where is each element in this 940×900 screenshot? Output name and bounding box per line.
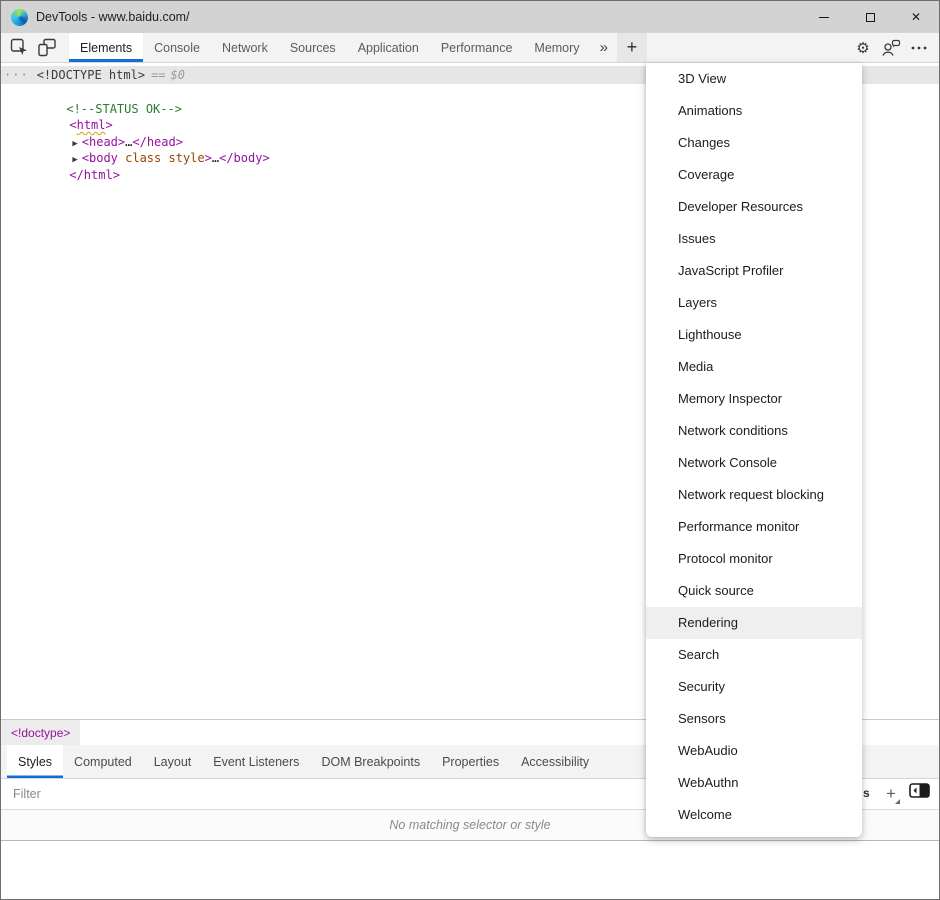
menu-item-network-conditions[interactable]: Network conditions bbox=[646, 415, 862, 447]
menu-item-webauthn[interactable]: WebAuthn bbox=[646, 767, 862, 799]
tab-accessibility[interactable]: Accessibility bbox=[510, 745, 600, 778]
settings-button[interactable]: ⚙ bbox=[849, 33, 877, 63]
dollar-zero-ref: $0 bbox=[171, 66, 185, 84]
html-lt: < bbox=[69, 118, 76, 132]
minimize-button[interactable] bbox=[801, 1, 847, 33]
menu-item-lighthouse[interactable]: Lighthouse bbox=[646, 319, 862, 351]
menu-item-developer-resources[interactable]: Developer Resources bbox=[646, 191, 862, 223]
menu-item-sensors[interactable]: Sensors bbox=[646, 703, 862, 735]
gear-icon: ⚙ bbox=[856, 39, 869, 57]
new-style-rule-button[interactable]: + bbox=[879, 779, 903, 809]
tab-network[interactable]: Network bbox=[211, 33, 279, 62]
send-feedback-button[interactable] bbox=[877, 33, 905, 63]
maximize-icon bbox=[866, 13, 875, 22]
body-close-tag: </body> bbox=[219, 151, 270, 165]
window-controls: ✕ bbox=[801, 1, 939, 33]
more-tabs-chevron[interactable]: » bbox=[591, 33, 617, 62]
minimize-icon bbox=[819, 17, 829, 18]
filter-input[interactable] bbox=[13, 784, 313, 804]
breadcrumb-doctype[interactable]: <!doctype> bbox=[1, 720, 80, 745]
head-close-tag: </head> bbox=[132, 135, 183, 149]
menu-item-network-console[interactable]: Network Console bbox=[646, 447, 862, 479]
body-class-attr: class bbox=[118, 151, 161, 165]
doctype-text: <!DOCTYPE html> bbox=[37, 66, 145, 84]
close-icon: ✕ bbox=[911, 10, 921, 24]
html-gt: > bbox=[106, 118, 113, 132]
tab-dom-breakpoints[interactable]: DOM Breakpoints bbox=[310, 745, 431, 778]
expand-arrow-icon[interactable]: ▶ bbox=[72, 155, 77, 165]
bottom-spacer bbox=[1, 841, 939, 900]
body-open-tag: <body bbox=[82, 151, 118, 165]
dock-panel-icon bbox=[909, 783, 930, 798]
html-close-tag: </html> bbox=[69, 168, 120, 182]
close-button[interactable]: ✕ bbox=[893, 1, 939, 33]
tab-console[interactable]: Console bbox=[143, 33, 211, 62]
menu-item-welcome[interactable]: Welcome bbox=[646, 799, 862, 831]
menu-item-search[interactable]: Search bbox=[646, 639, 862, 671]
tab-properties[interactable]: Properties bbox=[431, 745, 510, 778]
menu-item-coverage[interactable]: Coverage bbox=[646, 159, 862, 191]
tab-memory[interactable]: Memory bbox=[523, 33, 590, 62]
tab-sources[interactable]: Sources bbox=[279, 33, 347, 62]
menu-item-changes[interactable]: Changes bbox=[646, 127, 862, 159]
expand-arrow-icon[interactable]: ▶ bbox=[72, 139, 77, 149]
body-style-attr: style bbox=[161, 151, 204, 165]
menu-item-3d-view[interactable]: 3D View bbox=[646, 63, 862, 95]
menu-item-animations[interactable]: Animations bbox=[646, 95, 862, 127]
more-tools-button[interactable]: + bbox=[617, 33, 647, 62]
three-dots-icon bbox=[911, 46, 927, 50]
window-title: DevTools - www.baidu.com/ bbox=[36, 10, 190, 24]
body-gt: > bbox=[205, 151, 212, 165]
tab-styles[interactable]: Styles bbox=[7, 745, 63, 778]
device-toolbar-icon bbox=[37, 38, 57, 57]
body-ellipsis: … bbox=[212, 151, 219, 165]
tab-computed[interactable]: Computed bbox=[63, 745, 143, 778]
overflow-dots: ··· bbox=[4, 66, 29, 84]
menu-item-quick-source[interactable]: Quick source bbox=[646, 575, 862, 607]
menu-item-javascript-profiler[interactable]: JavaScript Profiler bbox=[646, 255, 862, 287]
feedback-person-icon bbox=[881, 39, 901, 57]
menu-item-webaudio[interactable]: WebAudio bbox=[646, 735, 862, 767]
devtools-window: DevTools - www.baidu.com/ ✕ Elements Con… bbox=[0, 0, 940, 900]
device-emulation-button[interactable] bbox=[33, 33, 61, 62]
tab-layout[interactable]: Layout bbox=[143, 745, 203, 778]
menu-item-performance-monitor[interactable]: Performance monitor bbox=[646, 511, 862, 543]
title-bar: DevTools - www.baidu.com/ ✕ bbox=[1, 1, 939, 33]
tab-application[interactable]: Application bbox=[347, 33, 430, 62]
inspect-element-button[interactable] bbox=[5, 33, 33, 62]
menu-item-network-request-blocking[interactable]: Network request blocking bbox=[646, 479, 862, 511]
tab-performance[interactable]: Performance bbox=[430, 33, 524, 62]
menu-item-memory-inspector[interactable]: Memory Inspector bbox=[646, 383, 862, 415]
more-tools-menu: 3D View Animations Changes Coverage Deve… bbox=[646, 63, 862, 837]
edge-logo-icon bbox=[11, 9, 28, 26]
tab-event-listeners[interactable]: Event Listeners bbox=[202, 745, 310, 778]
panel-tabs: Elements Console Network Sources Applica… bbox=[69, 33, 591, 62]
computed-sidebar-toggle-button[interactable] bbox=[909, 783, 930, 798]
dropdown-corner-icon bbox=[895, 799, 900, 804]
equals-sign: == bbox=[151, 66, 165, 84]
menu-item-security[interactable]: Security bbox=[646, 671, 862, 703]
menu-item-layers[interactable]: Layers bbox=[646, 287, 862, 319]
head-open-tag: <head> bbox=[82, 135, 125, 149]
tab-elements[interactable]: Elements bbox=[69, 33, 143, 62]
devtools-toolbar: Elements Console Network Sources Applica… bbox=[1, 33, 939, 63]
menu-item-media[interactable]: Media bbox=[646, 351, 862, 383]
menu-item-protocol-monitor[interactable]: Protocol monitor bbox=[646, 543, 862, 575]
toolbar-right-icons: ⚙ bbox=[849, 33, 933, 63]
maximize-button[interactable] bbox=[847, 1, 893, 33]
cls-button-partial[interactable]: s bbox=[863, 786, 870, 800]
menu-item-rendering[interactable]: Rendering bbox=[646, 607, 862, 639]
more-options-button[interactable] bbox=[905, 33, 933, 63]
menu-item-issues[interactable]: Issues bbox=[646, 223, 862, 255]
inspect-cursor-icon bbox=[10, 38, 29, 57]
html-tag-name: html bbox=[77, 118, 106, 132]
comment-text: <!--STATUS OK--> bbox=[66, 102, 182, 116]
